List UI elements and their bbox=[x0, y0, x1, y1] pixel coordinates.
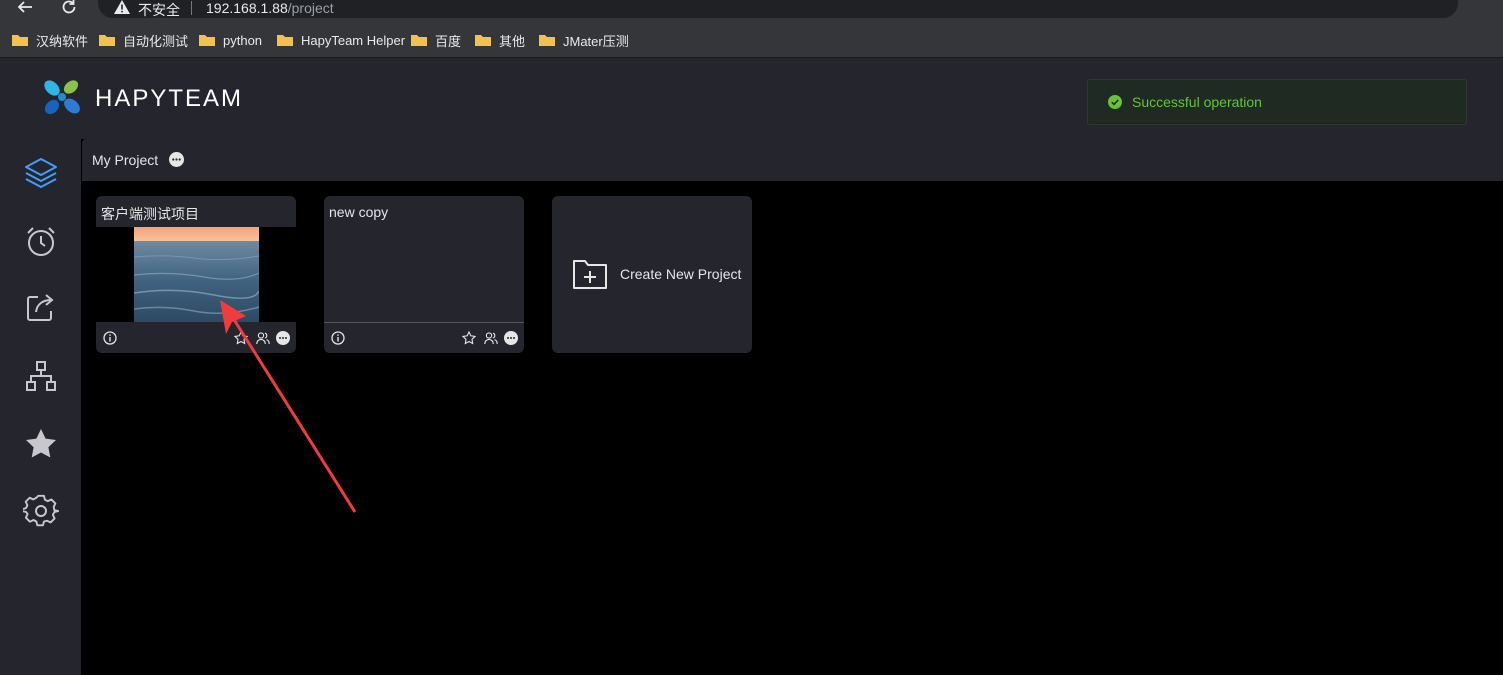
sidebar-item-team[interactable] bbox=[20, 355, 62, 397]
arrow-left-icon bbox=[17, 1, 32, 13]
info-icon[interactable] bbox=[331, 331, 345, 345]
sidebar-item-favorites[interactable] bbox=[20, 423, 62, 465]
folder-icon bbox=[99, 35, 115, 46]
warning-icon bbox=[114, 0, 130, 14]
url-path: /project bbox=[287, 0, 334, 16]
bookmark-label: 百度 bbox=[435, 33, 462, 49]
folder-icon bbox=[12, 35, 28, 46]
bookmark-item[interactable]: JMater压测 bbox=[539, 29, 629, 51]
more-options-icon[interactable] bbox=[169, 152, 184, 167]
insecure-label: 不安全 bbox=[138, 2, 180, 18]
create-project-content: Create New Project bbox=[572, 258, 741, 290]
sidebar-item-settings[interactable] bbox=[20, 490, 62, 532]
sidebar-item-recent[interactable] bbox=[20, 220, 62, 262]
folder-icon bbox=[475, 35, 491, 46]
sidebar bbox=[0, 139, 81, 675]
project-card[interactable]: new copy bbox=[324, 196, 524, 353]
folder-icon bbox=[199, 35, 215, 46]
browser-chrome: 不安全 192.168.1.88/project 汉纳软件 自动化测试 pyth… bbox=[0, 0, 1503, 57]
address-bar[interactable]: 不安全 192.168.1.88/project bbox=[98, 0, 1458, 18]
url-separator bbox=[191, 1, 192, 15]
sidebar-item-projects[interactable] bbox=[20, 152, 62, 194]
bookmark-label: HapyTeam Helper bbox=[301, 32, 406, 48]
reload-button[interactable] bbox=[58, 0, 80, 18]
star-outline-icon[interactable] bbox=[462, 331, 476, 345]
more-options-icon[interactable] bbox=[504, 331, 518, 345]
folder-icon bbox=[539, 35, 555, 46]
bookmark-item[interactable]: 汉纳软件 bbox=[12, 29, 88, 51]
bookmark-label: JMater压测 bbox=[563, 33, 629, 49]
breadcrumb: My Project bbox=[82, 139, 1503, 181]
success-toast: Successful operation bbox=[1087, 79, 1467, 125]
gear-icon bbox=[23, 494, 59, 527]
layers-icon bbox=[25, 158, 57, 188]
page-title: My Project bbox=[92, 152, 159, 168]
org-chart-icon bbox=[26, 361, 56, 391]
bookmark-item[interactable]: HapyTeam Helper bbox=[277, 29, 405, 51]
back-button[interactable] bbox=[14, 0, 36, 18]
project-thumbnail-frame bbox=[96, 227, 296, 322]
bookmark-item[interactable]: 自动化测试 bbox=[99, 29, 188, 51]
project-card[interactable]: 客户端测试项目 bbox=[96, 196, 296, 353]
hapyteam-logo-icon bbox=[44, 80, 80, 115]
project-name: new copy bbox=[329, 204, 389, 220]
create-project-label: Create New Project bbox=[620, 266, 742, 282]
bookmark-label: 汉纳软件 bbox=[36, 33, 89, 49]
bookmark-label: 其他 bbox=[499, 33, 526, 49]
star-icon bbox=[26, 429, 56, 458]
bookmark-label: python bbox=[223, 32, 263, 48]
browser-nav-row: 不安全 192.168.1.88/project bbox=[0, 0, 1503, 22]
card-footer bbox=[324, 322, 524, 353]
reload-icon bbox=[62, 0, 76, 14]
alarm-clock-icon bbox=[27, 227, 55, 256]
folder-icon bbox=[277, 35, 293, 46]
url-text: 192.168.1.88/project bbox=[206, 0, 334, 16]
more-options-icon[interactable] bbox=[276, 331, 290, 345]
create-project-button[interactable]: Create New Project bbox=[552, 196, 752, 353]
share-icon bbox=[27, 294, 54, 321]
info-icon[interactable] bbox=[103, 331, 117, 345]
star-outline-icon[interactable] bbox=[234, 331, 248, 345]
project-name: 客户端测试项目 bbox=[101, 206, 199, 222]
folder-icon bbox=[411, 35, 427, 46]
brand-name: HAPYTEAM bbox=[95, 85, 244, 112]
app-header: HAPYTEAM Successful operation bbox=[0, 57, 1503, 139]
members-icon[interactable] bbox=[256, 331, 270, 345]
bookmark-item[interactable]: 其他 bbox=[475, 29, 525, 51]
bookmark-item[interactable]: python bbox=[199, 29, 262, 51]
folder-add-icon bbox=[573, 260, 607, 289]
bookmark-item[interactable]: 百度 bbox=[411, 29, 461, 51]
project-thumbnail-sea-image bbox=[134, 227, 259, 322]
members-icon[interactable] bbox=[484, 331, 498, 345]
bookmarks-bar: 汉纳软件 自动化测试 python HapyTeam Helper 百度 其他 … bbox=[0, 29, 1503, 51]
bookmark-label: 自动化测试 bbox=[123, 33, 189, 49]
card-footer bbox=[96, 323, 296, 353]
sidebar-item-shared[interactable] bbox=[20, 286, 62, 328]
check-circle-icon bbox=[1108, 95, 1122, 109]
url-host: 192.168.1.88 bbox=[206, 0, 288, 16]
toast-message: Successful operation bbox=[1132, 94, 1262, 110]
